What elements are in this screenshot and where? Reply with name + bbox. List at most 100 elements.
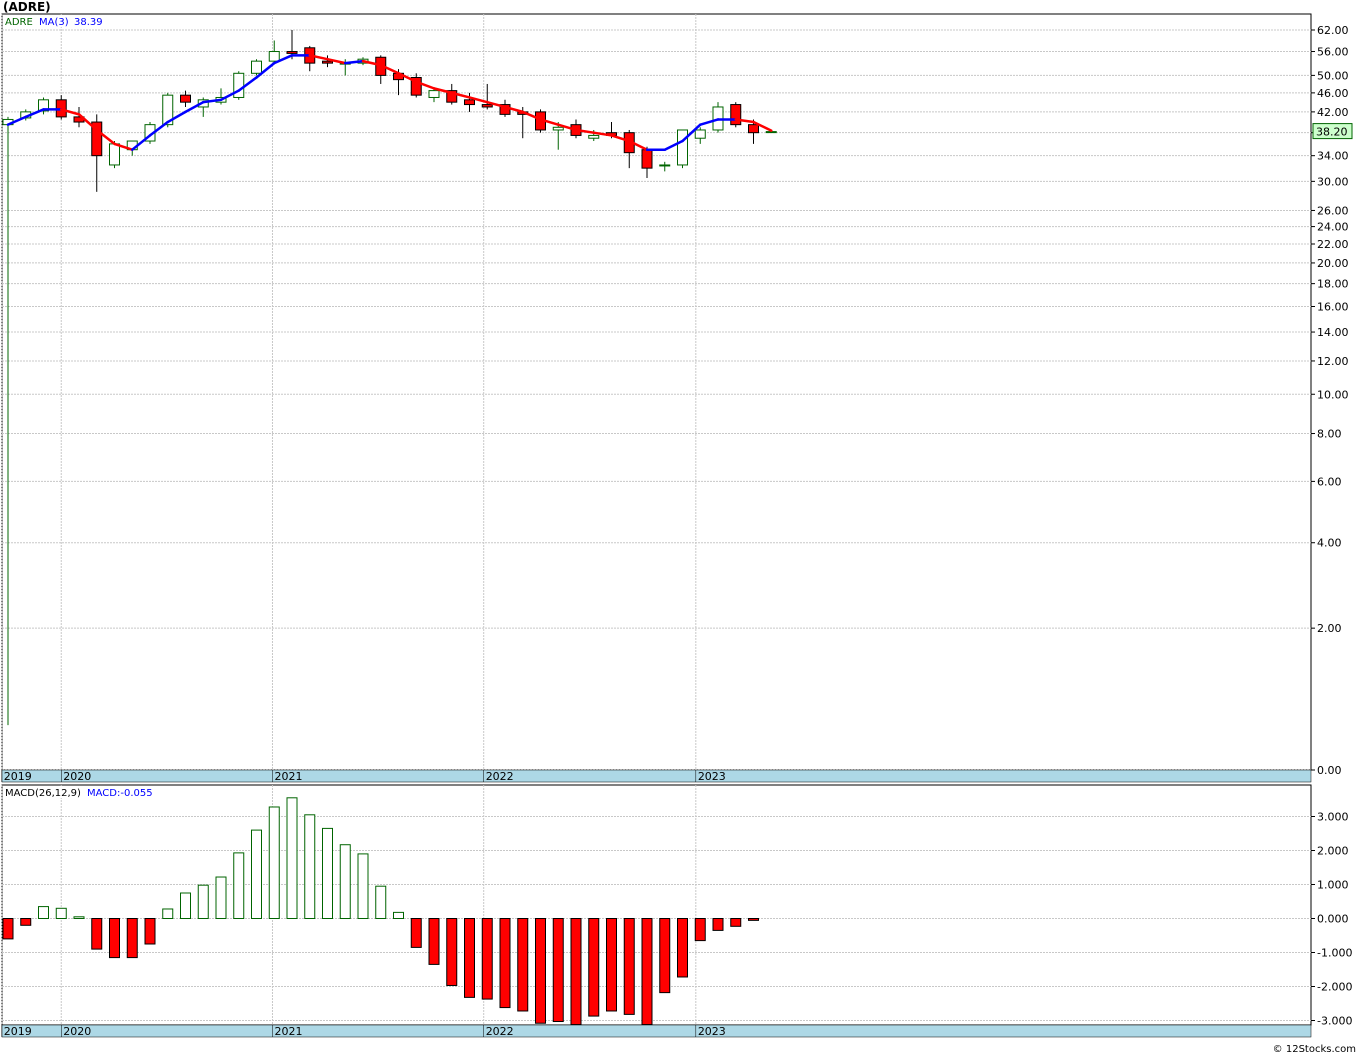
price-tick-label: 8.00: [1317, 428, 1342, 441]
price-tick-label: 22.00: [1317, 238, 1349, 251]
macd-bar: [215, 876, 227, 920]
price-tick-label: 50.00: [1317, 69, 1349, 82]
macd-bar: [286, 797, 298, 919]
macd-bar: [55, 907, 67, 919]
macd-bar: [268, 806, 280, 919]
macd-tick-label: 2.000: [1317, 845, 1349, 858]
candle-body: [481, 104, 493, 108]
price-tick-label: 6.00: [1317, 475, 1342, 488]
macd-bar: [410, 918, 422, 948]
macd-x-tick-label: 2019: [4, 1025, 32, 1038]
price-tick-label: 0.00: [1317, 764, 1342, 777]
macd-bar: [712, 918, 724, 931]
macd-bar: [588, 918, 600, 1017]
macd-tick-label: 3.000: [1317, 811, 1349, 824]
x-tick-label: 2023: [698, 770, 726, 783]
macd-bar: [552, 918, 564, 1023]
candle-body: [428, 90, 440, 98]
macd-x-tick-label: 2022: [486, 1025, 514, 1038]
price-tick-label: 2.00: [1317, 622, 1342, 635]
price-tick-label: 10.00: [1317, 388, 1349, 401]
candle-body: [251, 60, 262, 74]
macd-bar: [20, 918, 32, 926]
macd-bar: [570, 918, 582, 1026]
macd-bar: [251, 829, 262, 919]
x-tick-label: 2020: [63, 770, 91, 783]
candle-body: [677, 129, 688, 166]
macd-bar: [73, 916, 85, 919]
candle-body: [180, 94, 191, 103]
legend-ma-label: MA(3): [39, 17, 69, 28]
price-tick-label: 20.00: [1317, 257, 1349, 270]
price-tick-label: 62.00: [1317, 24, 1349, 37]
macd-bar: [2, 918, 14, 940]
macd-bar: [535, 918, 546, 1024]
macd-bar: [375, 885, 387, 920]
last-price-label: 38.20: [1316, 126, 1348, 139]
macd-x-tick-label: 2023: [698, 1025, 726, 1038]
legend-ma-value: 38.39: [74, 17, 103, 28]
macd-bar: [109, 918, 120, 959]
price-tick-label: 18.00: [1317, 278, 1349, 291]
candle-body: [748, 124, 759, 134]
candle-body: [641, 149, 653, 169]
price-panel-frame: [1, 13, 1312, 771]
macd-tick-label: -2.000: [1317, 981, 1352, 994]
x-tick-label: 2022: [486, 770, 514, 783]
macd-bar: [162, 908, 174, 919]
macd-bar: [499, 918, 511, 1009]
price-tick-label: 12.00: [1317, 355, 1349, 368]
x-tick-label: 2021: [274, 770, 302, 783]
candle-body: [109, 143, 120, 166]
macd-bar: [446, 918, 458, 986]
price-tick-label: 42.00: [1317, 106, 1349, 119]
price-tick-label: 24.00: [1317, 221, 1349, 234]
macd-bar: [428, 918, 440, 965]
candle-body: [730, 104, 742, 126]
macd-x-tick-label: 2020: [63, 1025, 91, 1038]
candle-body: [322, 60, 333, 64]
macd-tick-label: 1.000: [1317, 879, 1349, 892]
macd-bar: [481, 918, 493, 1000]
macd-bar: [91, 918, 103, 950]
price-tick-label: 4.00: [1317, 537, 1342, 550]
macd-tick-label: 0.000: [1317, 913, 1349, 926]
stock-chart: 62.0056.0050.0046.0042.0038.0034.0030.00…: [1, 13, 1353, 1038]
macd-bar: [517, 918, 529, 1012]
candle-body: [588, 134, 600, 139]
macd-legend-label: MACD(26,12,9): [5, 788, 81, 799]
macd-bar: [38, 906, 49, 919]
legend-symbol: ADRE: [5, 17, 33, 28]
macd-bar: [606, 918, 617, 1012]
macd-bar: [197, 884, 209, 919]
price-tick-label: 26.00: [1317, 204, 1349, 217]
price-tick-label: 56.00: [1317, 46, 1349, 59]
candle-body: [268, 51, 280, 62]
price-tick-label: 16.00: [1317, 301, 1349, 314]
macd-bar: [659, 918, 671, 994]
price-tick-label: 46.00: [1317, 87, 1349, 100]
macd-bar: [464, 918, 475, 998]
candle-body: [659, 164, 671, 167]
macd-bar: [730, 918, 742, 927]
macd-bar: [304, 814, 316, 919]
candle-body: [694, 129, 706, 139]
price-x-axis-band: [1, 769, 1312, 783]
price-tick-label: 34.00: [1317, 150, 1349, 163]
candle-body: [286, 51, 298, 54]
x-tick-label: 2019: [4, 770, 32, 783]
price-tick-label: 14.00: [1317, 326, 1349, 339]
macd-bar: [322, 827, 333, 920]
macd-bar: [180, 892, 191, 919]
macd-x-axis-band: [1, 1024, 1312, 1038]
macd-bar: [748, 918, 759, 921]
copyright-text: © 12Stocks.com: [1272, 1044, 1356, 1055]
price-tick-label: 30.00: [1317, 175, 1349, 188]
macd-legend-value: MACD:-0.055: [87, 788, 153, 799]
macd-bar: [641, 918, 653, 1026]
macd-bar: [233, 852, 245, 920]
macd-bar: [677, 918, 688, 978]
macd-bar: [126, 918, 138, 959]
macd-bar: [144, 918, 156, 945]
candle-body: [233, 72, 245, 98]
